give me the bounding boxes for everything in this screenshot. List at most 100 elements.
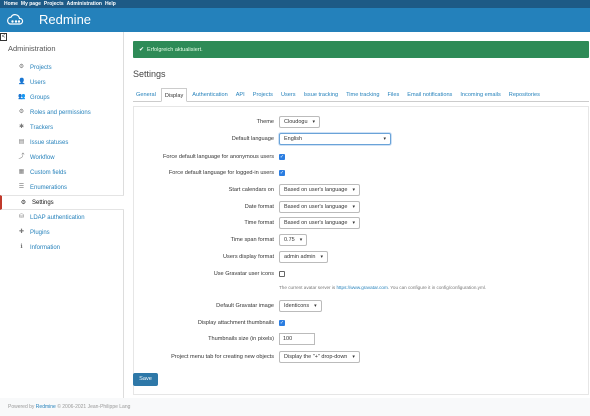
sidebar-item-groups[interactable]: 👥 Groups — [0, 90, 124, 105]
sidebar-item-label: LDAP authentication — [30, 214, 85, 221]
top-nav: Home My page Projects Administration Hel… — [0, 0, 590, 8]
sidebar-item-custom-fields[interactable]: ▦ Custom fields — [0, 165, 124, 180]
project-menu-label: Project menu tab for creating new object… — [171, 354, 274, 360]
tab-files[interactable]: Files — [384, 88, 402, 102]
sidebar-item-settings[interactable]: ⚙ Settings — [0, 195, 124, 210]
time-format-select[interactable]: Based on user's language ▾ — [279, 217, 360, 229]
tab-incoming-emails[interactable]: Incoming emails — [457, 88, 503, 102]
sidebar-item-label: Issue statuses — [30, 139, 69, 146]
issue-status-icon: ▤ — [18, 139, 25, 145]
thumbnails-checkbox[interactable]: ✓ — [279, 320, 285, 326]
redmine-link[interactable]: Redmine — [36, 404, 56, 410]
users-display-select[interactable]: admin admin ▾ — [279, 251, 329, 263]
tab-issue-tracking[interactable]: Issue tracking — [301, 88, 342, 102]
gravatar-hint: The current avatar server is https://www… — [279, 285, 486, 290]
chevron-down-icon: ▾ — [314, 303, 317, 309]
top-nav-projects[interactable]: Projects — [44, 1, 64, 7]
top-nav-home[interactable]: Home — [4, 1, 18, 7]
sidebar-item-label: Workflow — [30, 154, 55, 161]
thumbnail-size-input[interactable]: 100 — [279, 333, 315, 345]
date-format-value: Based on user's language — [284, 204, 348, 210]
thumbnail-size-row: Thumbnails size (in pixels) 100 — [134, 333, 590, 347]
start-calendars-select[interactable]: Based on user's language ▾ — [279, 184, 360, 196]
plugins-icon: ✚ — [18, 229, 25, 235]
date-format-select[interactable]: Based on user's language ▾ — [279, 201, 360, 213]
sidebar-item-plugins[interactable]: ✚ Plugins — [0, 225, 124, 240]
tab-display[interactable]: Display — [160, 88, 188, 102]
tab-users[interactable]: Users — [278, 88, 299, 102]
chevron-down-icon: ▾ — [352, 354, 355, 360]
sidebar-item-label: Projects — [30, 64, 52, 71]
users-display-row: Users display format admin admin ▾ — [134, 251, 590, 265]
theme-select[interactable]: Cloudogu ▾ — [279, 116, 321, 128]
admin-menu: ⚙ Projects 👤 Users 👥 Groups ⚙ Roles and perm… — [0, 60, 124, 255]
sidebar-item-users[interactable]: 👤 Users — [0, 75, 124, 90]
top-nav-administration[interactable]: Administration — [67, 1, 102, 7]
theme-value: Cloudogu — [284, 119, 308, 125]
timespan-format-label: Time span format — [230, 237, 274, 243]
force-lang-anon-label: Force default language for anonymous use… — [162, 154, 274, 160]
gravatar-server-link[interactable]: https://www.gravatar.com — [336, 285, 387, 290]
sidebar-item-ldap[interactable]: ⛁ LDAP authentication — [0, 210, 124, 225]
workflow-icon: ⤴ — [18, 154, 25, 160]
main-content: ✔ Erfolgreich aktualisiert. Settings Gen… — [124, 32, 590, 398]
gravatar-checkbox[interactable] — [279, 271, 285, 277]
success-flash: ✔ Erfolgreich aktualisiert. — [133, 41, 589, 58]
sidebar-item-label: Enumerations — [30, 184, 68, 191]
timespan-format-value: 0.75 — [284, 237, 295, 243]
time-format-value: Based on user's language — [284, 220, 348, 226]
sidebar-heading: Administration — [8, 44, 56, 53]
sidebar-item-issue-statuses[interactable]: ▤ Issue statuses — [0, 135, 124, 150]
default-language-select[interactable]: English ▾ — [279, 133, 391, 145]
tab-time-tracking[interactable]: Time tracking — [343, 88, 382, 102]
sidebar-item-workflow[interactable]: ⤴ Workflow — [0, 150, 124, 165]
footer-prefix: Powered by — [8, 404, 35, 410]
timespan-format-select[interactable]: 0.75 ▾ — [279, 234, 308, 246]
enumerations-icon: ☰ — [18, 184, 25, 190]
default-language-row: Default language English ▾ — [134, 133, 590, 147]
tab-authentication[interactable]: Authentication — [189, 88, 230, 102]
tab-email-notifications[interactable]: Email notifications — [404, 88, 455, 102]
projects-icon: ⚙ — [18, 64, 25, 70]
collapse-sidebar-button[interactable]: < — [0, 33, 7, 41]
admin-sidebar: < Administration ⚙ Projects 👤 Users 👥 Group… — [0, 32, 124, 398]
top-nav-help[interactable]: Help — [105, 1, 116, 7]
footer: Powered by Redmine © 2006-2021 Jean-Phil… — [8, 404, 130, 410]
users-display-label: Users display format — [223, 254, 274, 260]
tab-general[interactable]: General — [133, 88, 159, 102]
sidebar-item-information[interactable]: ℹ Information — [0, 240, 124, 255]
force-lang-logged-label: Force default language for logged-in use… — [168, 170, 274, 176]
cloud-logo-icon[interactable] — [6, 13, 24, 27]
footer-copyright: © 2006-2021 Jean-Philippe Lang — [57, 404, 131, 410]
force-lang-anon-checkbox[interactable]: ✓ — [279, 154, 285, 160]
default-language-value: English — [284, 136, 303, 142]
gravatar-hint-suffix: . You can configure it in config/configu… — [387, 285, 487, 290]
default-language-label: Default language — [231, 136, 274, 142]
sidebar-item-trackers[interactable]: ✱ Trackers — [0, 120, 124, 135]
theme-label: Theme — [256, 119, 274, 125]
force-lang-logged-checkbox[interactable]: ✓ — [279, 170, 285, 176]
group-icon: 👥 — [18, 94, 26, 100]
users-display-value: admin admin — [284, 254, 316, 260]
tab-api[interactable]: API — [233, 88, 248, 102]
force-lang-logged-row: Force default language for logged-in use… — [134, 167, 590, 181]
tab-repositories[interactable]: Repositories — [506, 88, 543, 102]
app-title[interactable]: Redmine — [39, 12, 91, 27]
default-gravatar-select[interactable]: Identicons ▾ — [279, 300, 322, 312]
tab-projects[interactable]: Projects — [250, 88, 276, 102]
sidebar-item-projects[interactable]: ⚙ Projects — [0, 60, 124, 75]
chevron-down-icon: ▾ — [352, 220, 355, 226]
thumbnails-row: Display attachment thumbnails ✓ — [134, 317, 590, 331]
sidebar-item-roles[interactable]: ⚙ Roles and permissions — [0, 105, 124, 120]
date-format-row: Date format Based on user's language ▾ — [134, 201, 590, 215]
settings-icon: ⚙ — [20, 200, 27, 206]
time-format-row: Time format Based on user's language ▾ — [134, 217, 590, 231]
thumbnail-size-label: Thumbnails size (in pixels) — [208, 336, 274, 342]
sidebar-item-enumerations[interactable]: ☰ Enumerations — [0, 180, 124, 195]
top-nav-my-page[interactable]: My page — [21, 1, 41, 7]
sidebar-item-label: Settings — [32, 199, 54, 206]
project-menu-select[interactable]: Display the "+" drop-down ▾ — [279, 351, 360, 363]
sidebar-item-label: Roles and permissions — [30, 109, 91, 116]
start-calendars-row: Start calendars on Based on user's langu… — [134, 184, 590, 198]
save-button[interactable]: Save — [133, 373, 158, 386]
